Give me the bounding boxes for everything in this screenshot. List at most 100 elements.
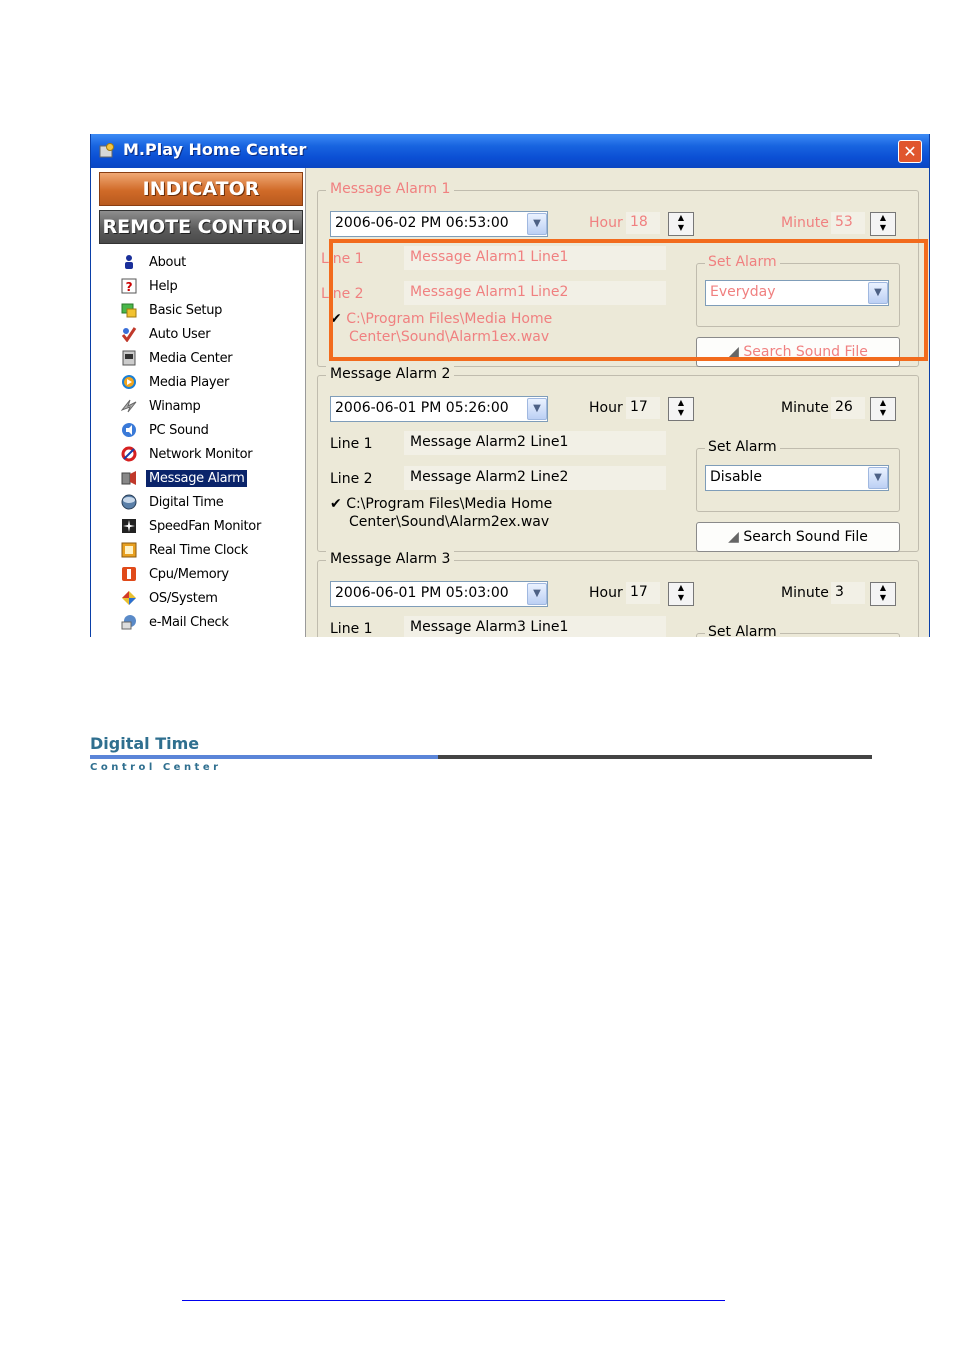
hour-label: Hour [589,585,623,601]
datetime-picker[interactable]: 2006-06-01 PM 05:26:00 ▼ [330,396,548,422]
minute-spinner[interactable]: ▲ ▼ [870,582,896,606]
message-alarm-3-group: Message Alarm 3 2006-06-01 PM 05:03:00 ▼… [317,551,919,637]
auto-user-icon [121,327,137,342]
set-alarm-group: Set Alarm Disable ▼ [696,439,900,512]
nav-label: Media Center [149,350,233,366]
nav-item-speedfan-monitor[interactable]: SpeedFan Monitor [121,514,301,538]
close-button[interactable]: ✕ [898,140,922,163]
logo-title: Digital Time [90,734,200,753]
line2-value: Message Alarm2 Line2 [410,469,569,485]
logo-bar-dark [438,755,872,759]
minute-value: 26 [835,399,853,415]
set-alarm-select[interactable]: Disable ▼ [705,465,889,491]
close-icon: ✕ [903,142,917,161]
nav-item-winamp[interactable]: Winamp [121,394,301,418]
minute-field[interactable]: 26 [831,397,865,419]
nav-item-message-alarm[interactable]: Message Alarm [121,466,301,490]
set-alarm-value: Disable [710,469,762,485]
nav-item-email-check[interactable]: e-Mail Check [121,610,301,634]
media-player-icon [122,375,136,389]
hour-field[interactable]: 17 [626,397,660,419]
email-check-icon [121,615,136,630]
nav-label: Message Alarm [146,469,248,487]
search-sound-label: Search Sound File [743,529,868,545]
app-icon [99,143,114,158]
hour-label: Hour [589,215,623,231]
set-alarm-label: Set Alarm [705,439,780,455]
line1-value: Message Alarm2 Line1 [410,434,569,450]
nav-item-real-time-clock[interactable]: Real Time Clock [121,538,301,562]
line1-label: Line 1 [330,621,373,637]
line1-field[interactable]: Message Alarm3 Line1 [404,616,666,637]
set-alarm-group: Set Alarm ▼ [696,624,900,637]
chevron-down-icon[interactable]: ▼ [527,583,547,605]
line2-field[interactable]: Message Alarm2 Line2 [404,466,666,490]
hour-value: 18 [630,214,648,230]
message-alarm-icon [121,471,136,485]
group-title: Message Alarm 1 [326,181,455,197]
hour-spinner[interactable]: ▲ ▼ [668,397,694,421]
line1-field[interactable]: Message Alarm2 Line1 [404,431,666,455]
hour-label: Hour [589,400,623,416]
minute-label: Minute [781,215,829,231]
set-alarm-label: Set Alarm [705,624,780,637]
nav-item-media-player[interactable]: Media Player [121,370,301,394]
nav-item-basic-setup[interactable]: Basic Setup [121,298,301,322]
nav-item-os-system[interactable]: OS/System [121,586,301,610]
about-icon [125,255,133,269]
datetime-value: 2006-06-02 PM 06:53:00 [335,215,509,231]
digital-time-icon [121,494,137,510]
hour-spinner[interactable]: ▲ ▼ [668,582,694,606]
chevron-down-icon[interactable]: ▼ [868,467,888,489]
sound-file-check[interactable]: ✔ C:\Program Files\Media Home Center\Sou… [330,495,552,531]
hour-spinner[interactable]: ▲ ▼ [668,212,694,236]
nav-item-about[interactable]: About [121,250,301,274]
nav-item-digital-time[interactable]: Digital Time [121,490,301,514]
nav-label: Auto User [149,326,211,342]
search-sound-file-button[interactable]: ◢ Search Sound File [696,522,900,552]
logo-bar-blue [90,755,438,759]
datetime-value: 2006-06-01 PM 05:26:00 [335,400,509,416]
link-underline[interactable] [182,1300,725,1301]
real-time-clock-icon [121,542,137,558]
indicator-button[interactable]: INDICATOR [99,172,303,206]
nav-item-network-monitor[interactable]: Network Monitor [121,442,301,466]
minute-spinner[interactable]: ▲ ▼ [870,397,896,421]
nav-label: Network Monitor [149,446,253,462]
remote-control-button[interactable]: REMOTE CONTROL [99,210,303,244]
hour-field[interactable]: 17 [626,582,660,604]
pc-sound-icon [122,423,136,437]
os-system-icon [122,591,136,605]
title-bar[interactable]: M.Play Home Center ✕ [91,134,929,168]
nav-label: Media Player [149,374,230,390]
nav-item-pc-sound[interactable]: PC Sound [121,418,301,442]
hour-field[interactable]: 18 [626,212,660,234]
datetime-picker[interactable]: 2006-06-01 PM 05:03:00 ▼ [330,581,548,607]
nav-label: OS/System [149,590,218,606]
nav-item-help[interactable]: ? Help [121,274,301,298]
minute-value: 53 [835,214,853,230]
nav-item-auto-user[interactable]: Auto User [121,322,301,346]
nav-label: e-Mail Check [149,614,229,630]
nav-label: Real Time Clock [149,542,248,558]
group-title: Message Alarm 2 [326,366,455,382]
checkmark-icon: ✔ [330,496,342,512]
chevron-down-icon[interactable]: ▼ [527,213,547,235]
message-alarm-2-group: Message Alarm 2 2006-06-01 PM 05:26:00 ▼… [317,366,919,552]
speaker-icon: ◢ [728,529,739,545]
nav-item-media-center[interactable]: Media Center [121,346,301,370]
nav-label: Basic Setup [149,302,223,318]
nav-label: SpeedFan Monitor [149,518,261,534]
nav-label: About [149,254,186,270]
nav-item-cpu-memory[interactable]: Cpu/Memory [121,562,301,586]
app-window: M.Play Home Center ✕ INDICATOR REMOTE CO… [90,134,930,637]
nav-label: Help [149,278,178,294]
minute-field[interactable]: 3 [831,582,865,604]
chevron-down-icon[interactable]: ▼ [527,398,547,420]
datetime-picker[interactable]: 2006-06-02 PM 06:53:00 ▼ [330,211,548,237]
hour-value: 17 [630,584,648,600]
minute-spinner[interactable]: ▲ ▼ [870,212,896,236]
minute-field[interactable]: 53 [831,212,865,234]
media-center-icon [122,350,136,366]
left-panel: INDICATOR REMOTE CONTROL About ? Help Ba… [91,168,306,637]
